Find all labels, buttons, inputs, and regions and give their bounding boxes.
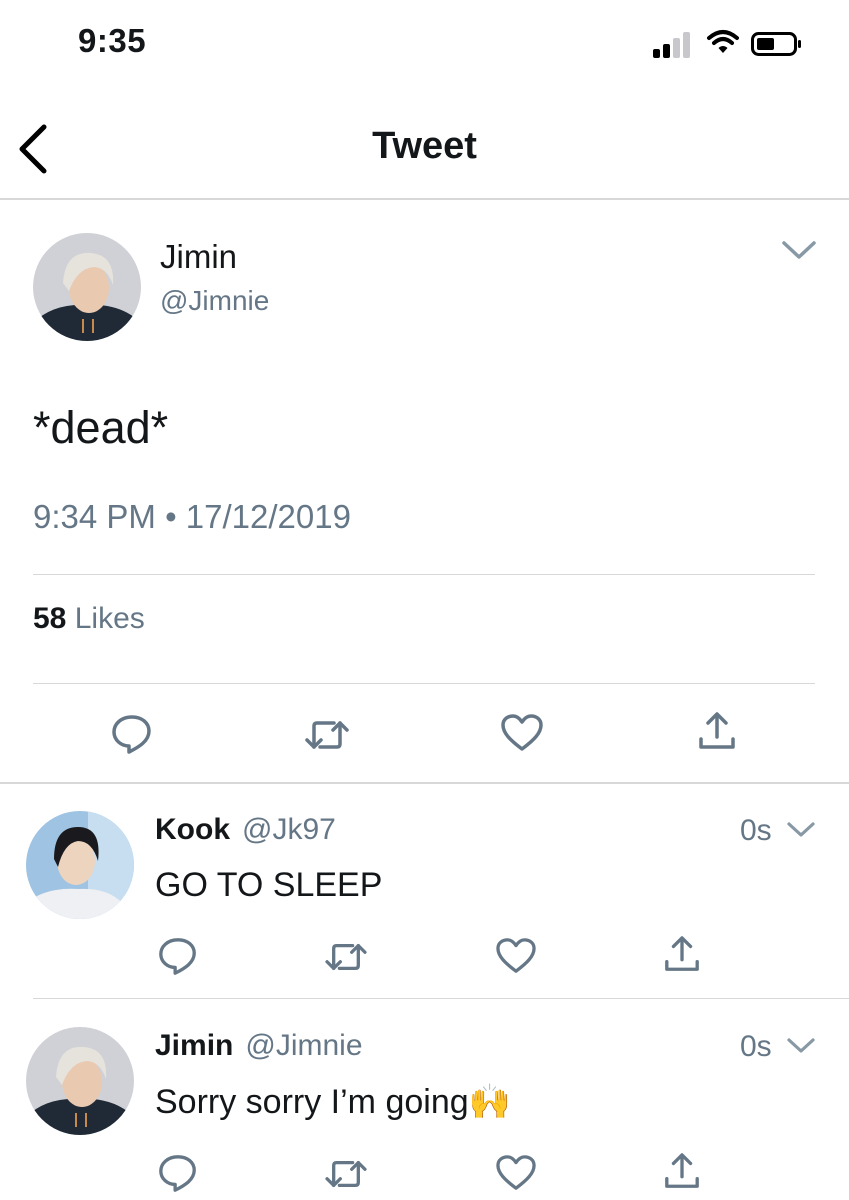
reply-avatar[interactable] bbox=[26, 811, 134, 919]
reply-options-button[interactable] bbox=[786, 820, 816, 845]
status-time: 9:35 bbox=[78, 22, 147, 59]
tweet-timestamp: 9:34 PM • 17/12/2019 bbox=[33, 498, 351, 535]
avatar[interactable] bbox=[33, 233, 141, 341]
tweet-text: *dead* bbox=[33, 402, 169, 453]
reply-divider bbox=[33, 998, 849, 999]
retweet-button[interactable] bbox=[324, 1156, 368, 1197]
reply-author-handle[interactable]: @Jk97 bbox=[242, 813, 336, 846]
author-name[interactable]: Jimin bbox=[160, 238, 237, 276]
chevron-down-icon bbox=[782, 241, 816, 259]
reply-button[interactable] bbox=[157, 935, 199, 982]
reply-avatar[interactable] bbox=[26, 1027, 134, 1135]
like-button[interactable] bbox=[500, 713, 544, 758]
likes-number: 58 bbox=[33, 602, 67, 635]
share-icon bbox=[699, 712, 735, 749]
retweet-icon bbox=[325, 1160, 367, 1188]
share-icon bbox=[665, 1153, 699, 1188]
like-icon bbox=[496, 938, 536, 973]
wifi-icon bbox=[706, 28, 740, 56]
reply-author-handle[interactable]: @Jimnie bbox=[245, 1029, 362, 1062]
page-title: Tweet bbox=[372, 125, 477, 167]
likes-label: Likes bbox=[74, 602, 145, 635]
section-divider bbox=[0, 782, 849, 784]
reply-icon bbox=[159, 938, 196, 975]
reply-text: GO TO SLEEP bbox=[155, 866, 383, 904]
reply-author-name[interactable]: Kook bbox=[155, 813, 230, 846]
share-button[interactable] bbox=[663, 935, 701, 980]
signal-icon bbox=[653, 30, 695, 58]
share-button[interactable] bbox=[697, 711, 737, 758]
reply-icon bbox=[159, 1155, 196, 1192]
header-divider bbox=[0, 198, 849, 200]
reply-author-name[interactable]: Jimin bbox=[155, 1029, 233, 1062]
reply-header: Jimin @Jimnie bbox=[155, 1029, 363, 1063]
author-handle[interactable]: @Jimnie bbox=[160, 285, 269, 317]
retweet-button[interactable] bbox=[304, 716, 350, 759]
likes-divider bbox=[33, 683, 815, 684]
chevron-down-icon bbox=[787, 822, 815, 837]
reply-time: 0s bbox=[740, 814, 772, 847]
retweet-button[interactable] bbox=[324, 939, 368, 980]
reply-text: Sorry sorry I’m going🙌 bbox=[155, 1082, 511, 1122]
like-button[interactable] bbox=[495, 1154, 537, 1197]
reply-button[interactable] bbox=[157, 1152, 199, 1199]
reply-time: 0s bbox=[740, 1030, 772, 1063]
raised-hands-emoji: 🙌 bbox=[468, 1083, 511, 1121]
battery-icon bbox=[751, 30, 803, 58]
meta-divider bbox=[33, 574, 815, 575]
reply-icon bbox=[112, 715, 151, 754]
like-button[interactable] bbox=[495, 937, 537, 980]
retweet-icon bbox=[325, 943, 367, 971]
retweet-icon bbox=[305, 721, 349, 749]
chevron-down-icon bbox=[787, 1038, 815, 1053]
reply-header: Kook @Jk97 bbox=[155, 813, 336, 847]
likes-count[interactable]: 58 Likes bbox=[33, 602, 145, 636]
share-icon bbox=[665, 936, 699, 971]
reply-options-button[interactable] bbox=[786, 1036, 816, 1061]
tweet-options-button[interactable] bbox=[780, 238, 818, 267]
share-button[interactable] bbox=[663, 1152, 701, 1197]
reply-button[interactable] bbox=[110, 712, 154, 761]
like-icon bbox=[496, 1155, 536, 1190]
reply-text-content: Sorry sorry I’m going bbox=[155, 1083, 469, 1121]
like-icon bbox=[501, 714, 543, 751]
